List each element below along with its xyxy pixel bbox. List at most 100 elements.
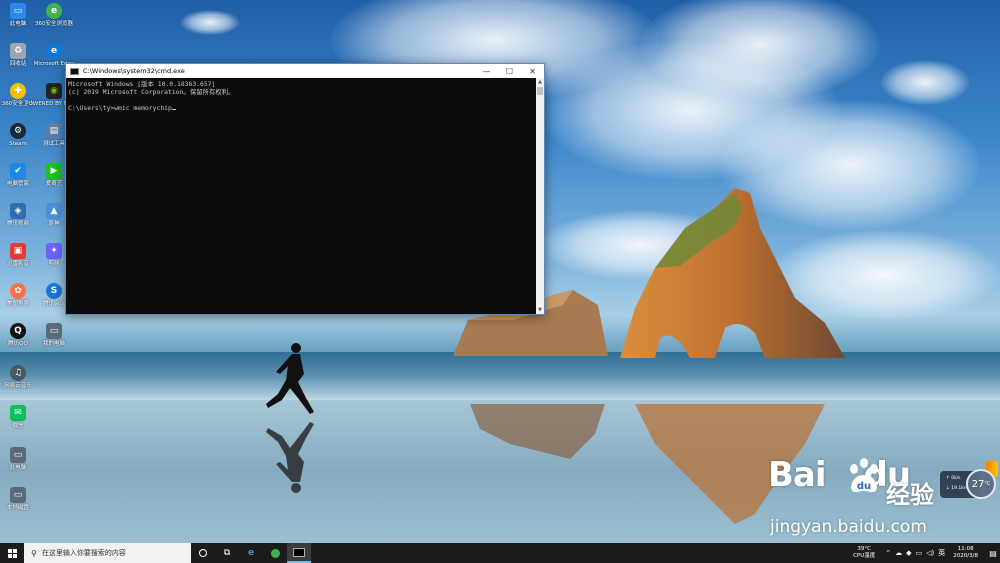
qq-icon: Q <box>10 323 26 339</box>
clock[interactable]: 11:08 2020/3/8 <box>953 546 978 560</box>
network-icon[interactable]: ☁ <box>895 549 902 557</box>
temperature-widget[interactable]: 27 °C <box>966 469 996 499</box>
console-icon <box>70 67 79 75</box>
cpu-temp-indicator[interactable]: 39°C CPU温度 <box>853 546 875 560</box>
scroll-up-arrow-icon[interactable]: ▲ <box>536 78 544 86</box>
cpu-temp-value: 39°C <box>857 546 871 552</box>
computer-icon: ▭ <box>10 3 26 19</box>
cmd-window[interactable]: C:\Windows\system32\cmd.exe — ☐ ✕ Micros… <box>65 63 545 315</box>
edge-icon: e <box>46 43 62 59</box>
game-launcher-icon: ▲ <box>46 203 62 219</box>
search-placeholder: 在这里输入你要搜索的内容 <box>41 549 126 557</box>
desktop-icon-360-browser[interactable]: e 360安全浏览器 <box>35 3 73 28</box>
sea <box>0 352 1000 404</box>
runner-reflection <box>266 422 314 493</box>
console-output[interactable]: Microsoft Windows [版本 10.0.18363.657] (c)… <box>66 78 536 314</box>
steam-icon: ⚙ <box>10 123 26 139</box>
notification-icon: ▤ <box>989 548 997 558</box>
windows-logo-icon <box>7 548 17 558</box>
console-command: C:\Users\ty>wmic memorychip <box>68 104 172 112</box>
browser-icon <box>270 548 280 558</box>
desktop-icon-media-player[interactable]: ▣ 迅雷影音 <box>0 243 36 268</box>
edge-icon: e <box>247 548 255 558</box>
taskbar-cmd[interactable] <box>287 543 311 563</box>
music-icon: ♫ <box>10 365 26 381</box>
console-prompt-line: C:\Users\ty>wmic memorychip <box>68 104 534 112</box>
search-icon: ⚲ <box>31 548 37 558</box>
notification-button[interactable]: ▤ <box>986 543 1000 563</box>
desktop-icon-this-pc-2[interactable]: ▭ 此电脑 <box>0 447 36 472</box>
taskbar-edge[interactable]: e <box>239 543 263 563</box>
runner-silhouette <box>266 343 314 414</box>
computer-icon: ▭ <box>46 323 62 339</box>
wechat-icon: ✉ <box>10 405 26 421</box>
media-icon: ▣ <box>10 243 26 259</box>
desktop-icon-this-pc[interactable]: ▭ 此电脑 <box>0 3 36 28</box>
cpu-temp-label: CPU温度 <box>853 553 876 559</box>
scrollbar-thumb[interactable] <box>537 87 543 95</box>
desktop-icon-qq[interactable]: Q 腾讯QQ <box>0 323 36 348</box>
minimize-button[interactable]: — <box>475 64 498 78</box>
cmd-title-bar[interactable]: C:\Windows\system32\cmd.exe — ☐ ✕ <box>66 64 544 78</box>
monitor-icon[interactable]: ▭ <box>916 549 923 557</box>
taskbar-search-box[interactable]: ⚲ 在这里输入你要搜索的内容 <box>24 543 191 563</box>
rock-small-reflection <box>470 404 605 459</box>
cmd-window-title: C:\Windows\system32\cmd.exe <box>83 67 185 75</box>
pc-manager-icon: ✔ <box>10 163 26 179</box>
volume-icon[interactable]: ◁) <box>926 549 934 557</box>
task-view-icon: ⧉ <box>223 548 231 558</box>
paw-icon: du <box>850 458 878 493</box>
maximize-button[interactable]: ☐ <box>498 64 521 78</box>
desktop-icon-local-disk[interactable]: ▭ 本地磁盘 <box>0 487 36 512</box>
desktop-icon-my-computer[interactable]: ▭ 我的电脑 <box>36 323 72 348</box>
desktop-icon-music[interactable]: ♫ 网易云音乐 <box>0 365 36 390</box>
task-view-button[interactable]: ⧉ <box>215 543 239 563</box>
clock-date: 2020/3/8 <box>953 553 978 559</box>
desktop-icon-pc-manager[interactable]: ✔ 电脑管家 <box>0 163 36 188</box>
console-line: (c) 2019 Microsoft Corporation。保留所有权利。 <box>68 88 235 96</box>
scroll-down-arrow-icon[interactable]: ▼ <box>536 306 544 314</box>
rock-arch <box>620 188 845 358</box>
nvidia-icon: ◉ <box>46 83 62 99</box>
tray-app-icon[interactable]: ◆ <box>906 549 911 557</box>
video-icon: ▶ <box>46 163 62 179</box>
photo-icon: ✿ <box>10 283 26 299</box>
computer-icon: ▭ <box>10 487 26 503</box>
temperature-unit: °C <box>984 481 991 487</box>
shield-icon: ✚ <box>10 83 26 99</box>
cloud <box>880 60 970 105</box>
taskbar-360-browser[interactable] <box>263 543 287 563</box>
baidu-jingyan-watermark: Bai du du 经验 jingyan.baidu.com <box>768 455 968 541</box>
chevron-up-icon[interactable]: ⌃ <box>885 549 891 557</box>
recycle-bin-icon: ♻ <box>10 43 26 59</box>
console-icon <box>293 547 305 557</box>
desktop-icon-wechat[interactable]: ✉ 微信 <box>0 405 36 430</box>
desktop-icon-steam[interactable]: ⚙ Steam <box>0 123 36 148</box>
ime-indicator[interactable]: 英 <box>938 548 945 558</box>
cortana-circle-icon <box>199 549 207 557</box>
system-tray: 39°C CPU温度 ⌃ ☁ ◆ ▭ ◁) 英 11:08 2020/3/8 ▤ <box>853 543 1000 563</box>
cortana-button[interactable] <box>191 543 215 563</box>
desktop-icon-tencent-video[interactable]: ◈ 腾讯视频 <box>0 203 36 228</box>
svg-text:du: du <box>857 481 871 492</box>
desktop: ▭ 此电脑 e 360安全浏览器 ♻ 回收站 e Microsoft Edge … <box>0 0 1000 543</box>
start-button[interactable] <box>0 543 24 563</box>
game-icon: ◈ <box>10 203 26 219</box>
watermark-url: jingyan.baidu.com <box>770 517 927 537</box>
temperature-value: 27 <box>971 478 985 490</box>
taskbar: ⚲ 在这里输入你要搜索的内容 ⧉ e 39°C CPU温度 ⌃ ☁ ◆ ▭ ◁)… <box>0 543 1000 563</box>
editor-icon: ✦ <box>46 243 62 259</box>
meeting-icon: S <box>46 283 62 299</box>
text-cursor <box>171 109 176 110</box>
vertical-scrollbar[interactable]: ▲ ▼ <box>536 78 544 314</box>
cloud <box>180 10 240 35</box>
console-line: Microsoft Windows [版本 10.0.18363.657] <box>68 80 216 88</box>
app-icon: ▤ <box>46 123 62 139</box>
desktop-icon-recycle-bin[interactable]: ♻ 回收站 <box>0 43 36 68</box>
desktop-icon-photo[interactable]: ✿ 美图秀秀 <box>0 283 36 308</box>
close-button[interactable]: ✕ <box>521 64 544 78</box>
computer-icon: ▭ <box>10 447 26 463</box>
clock-time: 11:08 <box>957 546 974 552</box>
watermark-cn: 经验 <box>886 481 934 509</box>
